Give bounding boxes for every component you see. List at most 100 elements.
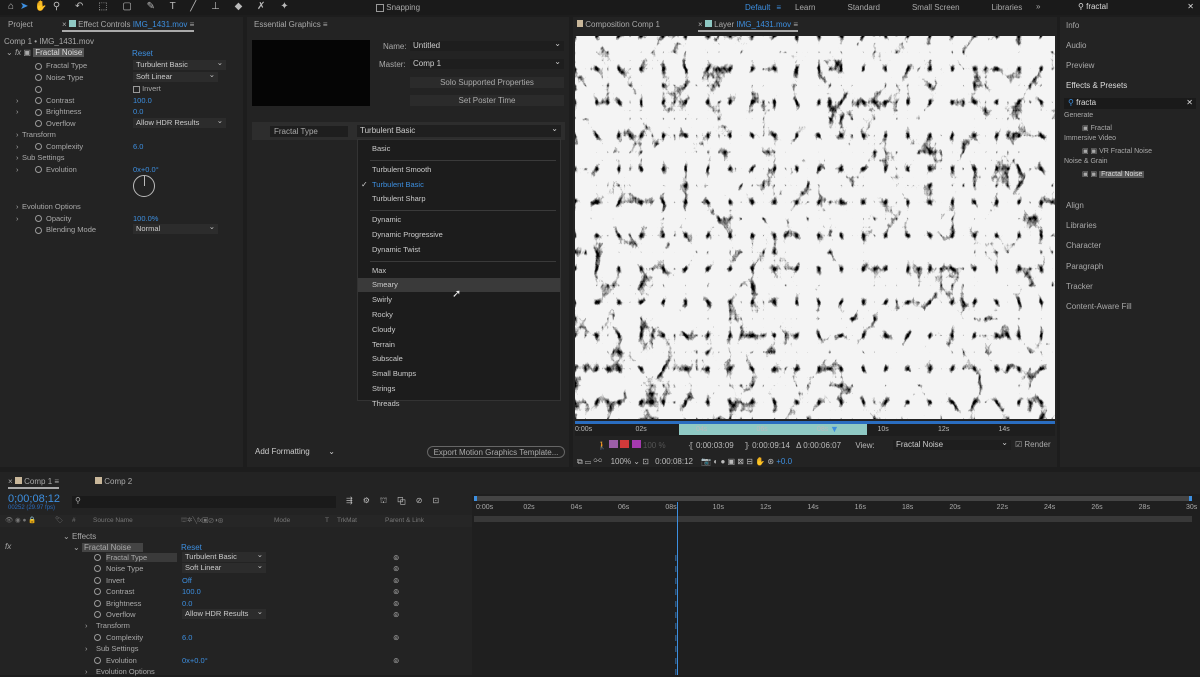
expand-chevron-icon[interactable]: › (16, 214, 19, 223)
tl-prop-value[interactable]: 6.0 (182, 633, 192, 642)
timecode[interactable]: 0;00;08;12 (8, 493, 60, 505)
menu-item-turbulent-basic[interactable]: Turbulent Basic (372, 180, 424, 189)
effects-presets-title[interactable]: Effects & Presets (1066, 81, 1127, 90)
invert-checkbox[interactable]: Invert (133, 84, 161, 93)
tl-prop-dropdown[interactable]: Allow HDR Results (182, 607, 266, 619)
menu-item-basic[interactable]: Basic (372, 144, 390, 153)
effects-search[interactable]: ⚲ fracta ✕ (1064, 98, 1196, 109)
tab-composition[interactable]: Composition Comp 1 (577, 17, 660, 32)
reset-link[interactable]: Reset (132, 49, 153, 58)
expand-chevron-icon[interactable]: › (85, 644, 88, 653)
stopwatch-icon[interactable] (35, 108, 42, 116)
stopwatch-icon[interactable] (35, 166, 42, 174)
workspace-learn[interactable]: Learn (795, 3, 815, 12)
tab-comp-2[interactable]: Comp 2 (95, 474, 132, 489)
prop-label[interactable]: Brightness (35, 107, 81, 116)
prop-label[interactable]: Fractal Type (35, 61, 87, 70)
timeline-switches[interactable]: ⇶⚙⛫⧉⊘⊡ (346, 496, 449, 506)
prop-value[interactable]: 0.0 (133, 107, 143, 116)
name-field[interactable]: Untitled (410, 39, 564, 51)
prop-dropdown[interactable]: Allow HDR Results (133, 116, 226, 128)
stopwatch-icon[interactable] (94, 565, 101, 573)
view-dropdown[interactable]: Fractal Noise (893, 438, 1011, 450)
stopwatch-icon[interactable] (94, 554, 101, 561)
menu-item-turbulent-sharp[interactable]: Turbulent Sharp (372, 194, 426, 203)
effect-vr-fractal-noise[interactable]: ▣ ▣ VR Fractal Noise (1082, 147, 1152, 155)
expand-chevron-icon[interactable]: › (16, 202, 19, 211)
stopwatch-icon[interactable] (35, 143, 42, 151)
col-source-name[interactable]: Source Name (93, 515, 133, 527)
prop-label[interactable] (35, 84, 46, 93)
walk-icon[interactable]: 🚶 (597, 441, 607, 450)
pick-whip-icon[interactable]: ⊚ (393, 587, 399, 596)
help-search[interactable]: ⚲ fractal ✕ (1078, 2, 1198, 11)
prop-label[interactable]: Opacity (35, 214, 71, 223)
stopwatch-icon[interactable] (35, 120, 42, 128)
panel-info[interactable]: Info (1066, 21, 1079, 30)
tl-prop-label[interactable]: Sub Settings (96, 644, 139, 653)
prop-value[interactable]: 6.0 (133, 142, 143, 151)
fractal-type-dropdown[interactable]: Turbulent Basic (357, 123, 561, 137)
color-swatch-icon[interactable] (631, 440, 641, 448)
zoom-dropdown[interactable]: 100% (611, 457, 631, 466)
category-immersive-video[interactable]: Immersive Video (1064, 135, 1116, 142)
tl-prop-dropdown[interactable]: Soft Linear (182, 561, 266, 574)
pick-whip-icon[interactable]: ⊚ (393, 633, 399, 642)
menu-item-threads[interactable]: Threads (372, 399, 400, 408)
panel-audio[interactable]: Audio (1066, 41, 1086, 50)
tab-effect-controls[interactable]: × Effect Controls IMG_1431.mov ≡ (62, 17, 195, 32)
prop-label[interactable]: Transform (22, 130, 56, 139)
pick-whip-icon[interactable]: ⊚ (393, 656, 399, 665)
tl-prop-label[interactable]: Fractal Type (106, 553, 178, 562)
tl-prop-dropdown[interactable]: Turbulent Basic (182, 550, 266, 562)
master-dropdown[interactable]: Comp 1 (410, 57, 564, 69)
menu-item-smeary[interactable]: Smeary (372, 280, 398, 289)
panel-content-aware-fill[interactable]: Content-Aware Fill (1066, 302, 1132, 311)
menu-item-rocky[interactable]: Rocky (372, 310, 393, 319)
tl-prop-label[interactable]: Overflow (106, 610, 136, 619)
tl-prop-label[interactable]: Transform (96, 621, 130, 630)
panel-preview[interactable]: Preview (1066, 61, 1094, 70)
prop-value[interactable]: 100.0 (133, 96, 152, 105)
toolbar-tools[interactable]: ⌂➤✋⚲ ↶ ⬚ ▢ ✎ T ╱ ⊥ ◆ ✗ ✦ (8, 1, 295, 12)
work-area-bar[interactable] (474, 496, 1192, 501)
solo-supported-button[interactable]: Solo Supported Properties (410, 77, 564, 88)
stopwatch-icon[interactable] (35, 85, 42, 93)
menu-item-dynamic[interactable]: Dynamic (372, 215, 401, 224)
layer-time-ruler[interactable]: 0:00s 02s 04s 06s 08s 10s 12s 14s ▼ (575, 421, 1055, 436)
tl-prop-label[interactable]: Complexity (106, 633, 143, 642)
pick-whip-icon[interactable]: ⊚ (393, 610, 399, 619)
more-workspaces[interactable]: » (1036, 2, 1040, 11)
tab-layer[interactable]: × Layer IMG_1431.mov ≡ (698, 17, 798, 32)
stopwatch-icon[interactable] (35, 74, 42, 82)
expand-chevron-icon[interactable]: › (16, 153, 19, 162)
prop-label[interactable]: Blending Mode (35, 225, 96, 234)
stopwatch-icon[interactable] (94, 588, 101, 596)
layer-search[interactable]: ⚲ (72, 496, 336, 508)
expand-chevron-icon[interactable]: › (16, 165, 19, 174)
snapping-checkbox[interactable]: Snapping (376, 3, 420, 12)
prop-value[interactable]: 0x+0.0° (133, 165, 159, 174)
workspace-small-screen[interactable]: Small Screen (912, 3, 960, 12)
tl-prop-label[interactable]: Contrast (106, 587, 134, 596)
panel-paragraph[interactable]: Paragraph (1066, 262, 1103, 271)
menu-item-max[interactable]: Max (372, 266, 386, 275)
effect-fractal-noise[interactable]: ▣ ▣ Fractal Noise (1082, 170, 1145, 178)
menu-item-cloudy[interactable]: Cloudy (372, 325, 395, 334)
pick-whip-icon[interactable]: ⊚ (393, 576, 399, 585)
menu-item-turbulent-smooth[interactable]: Turbulent Smooth (372, 165, 431, 174)
stopwatch-icon[interactable] (94, 599, 101, 607)
stopwatch-icon[interactable] (94, 656, 101, 664)
effects-group[interactable]: ⌄ Effects (63, 532, 96, 541)
color-swatch-icon[interactable] (609, 440, 619, 448)
expand-chevron-icon[interactable]: › (16, 107, 19, 116)
workspace-libraries[interactable]: Libraries (992, 3, 1023, 12)
menu-item-small-bumps[interactable]: Small Bumps (372, 369, 416, 378)
panel-tracker[interactable]: Tracker (1066, 282, 1093, 291)
tl-prop-label[interactable]: Brightness (106, 599, 141, 608)
add-formatting-dropdown[interactable]: Add Formatting ⌄ (255, 447, 335, 456)
pick-whip-icon[interactable]: ⊚ (393, 599, 399, 608)
panel-libraries[interactable]: Libraries (1066, 221, 1097, 230)
prop-label[interactable]: Overflow (35, 119, 76, 128)
stopwatch-icon[interactable] (35, 215, 42, 223)
